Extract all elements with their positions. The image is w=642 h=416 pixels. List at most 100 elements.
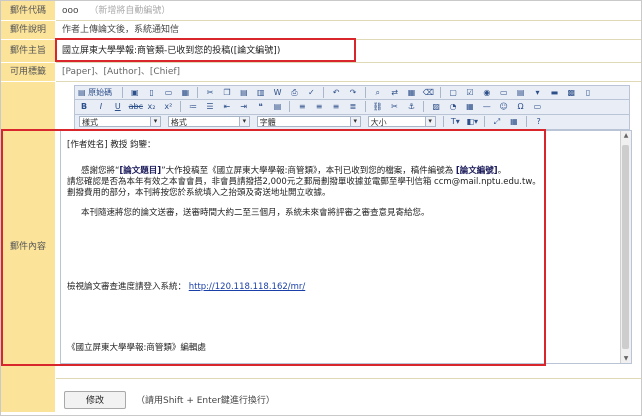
scroll-down-icon[interactable]: ▼ [621,355,631,362]
paste-icon[interactable]: ▤ [238,87,250,98]
scroll-thumb[interactable] [622,145,629,349]
toolbar-separator [364,87,366,98]
format-select-label: 格式 [170,118,187,127]
cut-icon[interactable]: ✂ [204,87,216,98]
button-icon[interactable]: ▬ [548,87,560,98]
subject-label: 郵件主旨 [1,40,55,63]
toolbar-separator [323,87,325,98]
editor-toolbar-2: B I U abc x₂ x² ≔ ☰ ⇤ ⇥ ❝ ▤ ≡ ≡ ≡ ≣ ⛓ ✂ … [74,100,630,115]
smiley-icon[interactable]: ☺ [498,101,510,112]
select-icon[interactable]: ▾ [532,87,544,98]
source-button[interactable]: ▤ 原始碼 [78,87,116,98]
outdent-icon[interactable]: ⇤ [221,101,233,112]
toolbar-separator [180,101,182,112]
source-label: 原始碼 [88,88,113,97]
image-icon[interactable]: ▨ [430,101,442,112]
subscript-icon[interactable]: x₂ [146,101,158,112]
find-icon[interactable]: ⌕ [372,87,384,98]
align-right-icon[interactable]: ≡ [330,101,342,112]
div-icon[interactable]: ▤ [272,101,284,112]
new-page-icon[interactable]: ▯ [146,87,158,98]
bg-color-icon[interactable]: ◧▾ [466,116,478,127]
font-select[interactable]: 字體 ▾ [256,116,361,127]
form-icon[interactable]: ▢ [447,87,459,98]
radio-icon[interactable]: ◉ [481,87,493,98]
special-char-icon[interactable]: Ω [515,101,527,112]
preview-icon[interactable]: ▭ [163,87,175,98]
code-value: ooo [62,6,79,16]
checkbox-icon[interactable]: ☑ [464,87,476,98]
tags-value: [Paper]、[Author]、[Chief] [56,63,641,82]
toolbar-separator [197,87,199,98]
spellcheck-icon[interactable]: ✓ [305,87,317,98]
textfield-icon[interactable]: ▭ [498,87,510,98]
bullet-list-icon[interactable]: ☰ [204,101,216,112]
image-button-icon[interactable]: ▩ [565,87,577,98]
select-all-icon[interactable]: ▦ [406,87,418,98]
italic-icon[interactable]: I [95,101,107,112]
indent-icon[interactable]: ⇥ [238,101,250,112]
code-note: （新增將自動編號） [89,6,171,16]
table-icon[interactable]: ▦ [464,101,476,112]
chevron-down-icon: ▾ [238,117,249,126]
superscript-icon[interactable]: x² [162,101,174,112]
flash-icon[interactable]: ◔ [447,101,459,112]
hidden-field-icon[interactable]: ▯ [582,87,594,98]
code-row: ooo （新增將自動編號） [56,1,641,21]
undo-icon[interactable]: ↶ [330,87,342,98]
chevron-down-icon: ▾ [424,117,435,126]
blockquote-icon[interactable]: ❝ [255,101,267,112]
tags-label: 可用標籤 [1,63,55,82]
toolbar-separator [484,116,486,127]
templates-icon[interactable]: ▦ [179,87,191,98]
content-highlight [1,129,546,366]
toolbar-separator [440,87,442,98]
font-select-label: 字體 [259,118,276,127]
save-icon[interactable]: ▣ [129,87,141,98]
align-left-icon[interactable]: ≡ [296,101,308,112]
divider [56,378,641,379]
show-blocks-icon[interactable]: ▦ [508,116,520,127]
desc-label: 郵件說明 [1,21,55,40]
text-color-icon[interactable]: T▾ [449,116,461,127]
copy-icon[interactable]: ❐ [221,87,233,98]
size-select[interactable]: 大小 ▾ [367,116,436,127]
style-select[interactable]: 樣式 ▾ [79,116,161,127]
subject-highlight [55,38,356,62]
enter-hint: （請用Shift + Enter鍵進行換行） [136,396,275,406]
size-select-label: 大小 [370,118,387,127]
code-label: 郵件代碼 [1,1,55,21]
numbered-list-icon[interactable]: ≔ [187,101,199,112]
underline-icon[interactable]: U [112,101,124,112]
format-select[interactable]: 格式 ▾ [167,116,250,127]
toolbar-separator [442,116,444,127]
unlink-icon[interactable]: ✂ [389,101,401,112]
paste-text-icon[interactable]: ▥ [255,87,267,98]
scroll-up-icon[interactable]: ▲ [621,132,631,139]
strike-icon[interactable]: abc [129,101,143,112]
textarea-icon[interactable]: ▤ [515,87,527,98]
chevron-down-icon: ▾ [349,117,360,126]
toolbar-separator [289,101,291,112]
editor-toolbar-3: 樣式 ▾ 格式 ▾ 字體 ▾ 大小 ▾ T▾ ◧▾ ⤢ ▦ ? [74,115,630,130]
pagebreak-icon[interactable]: ▭ [531,101,543,112]
remove-format-icon[interactable]: ⌫ [422,87,434,98]
print-icon[interactable]: ⎙ [289,87,301,98]
editor-toolbar-1: ▤ 原始碼 ▣ ▯ ▭ ▦ ✂ ❐ ▤ ▥ W ⎙ ✓ ↶ ↷ ⌕ ⇄ ▦ ⌫ … [74,85,630,100]
maximize-icon[interactable]: ⤢ [491,116,503,127]
toolbar-separator [423,101,425,112]
editor-scrollbar[interactable]: ▲ ▼ [620,131,631,363]
about-icon[interactable]: ? [533,116,545,127]
justify-icon[interactable]: ≣ [347,101,359,112]
toolbar-separator [121,87,123,98]
redo-icon[interactable]: ↷ [347,87,359,98]
align-center-icon[interactable]: ≡ [313,101,325,112]
replace-icon[interactable]: ⇄ [389,87,401,98]
modify-button[interactable]: 修改 [64,391,126,409]
bold-icon[interactable]: B [78,101,90,112]
hr-icon[interactable]: — [481,101,493,112]
link-icon[interactable]: ⛓ [372,101,384,112]
toolbar-separator [525,116,527,127]
paste-word-icon[interactable]: W [272,87,284,98]
anchor-icon[interactable]: ⚓ [405,101,417,112]
